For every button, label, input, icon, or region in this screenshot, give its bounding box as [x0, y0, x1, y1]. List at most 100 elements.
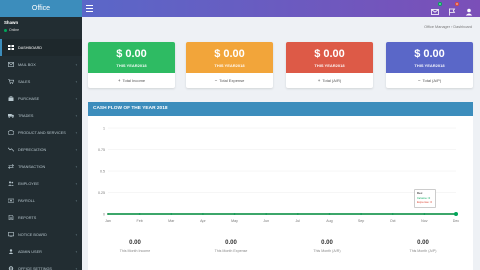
sidebar-item-label: REPORTS	[18, 215, 37, 220]
x-tick-label: Mar	[168, 219, 175, 223]
data-point-income[interactable]	[296, 213, 299, 215]
cash-flow-panel: CASH FLOW OF THE YEAR 2018 1 0.75 0.5 0.25 0…	[88, 102, 473, 270]
stat-card[interactable]: $ 0.00 THIS YEAR2018 + Total (A/R)	[286, 42, 373, 88]
mail-notification-icon[interactable]: 0	[431, 2, 442, 15]
sidebar-item-label: DASHBOARD	[18, 45, 43, 50]
chart-tooltip: Dec Income: 0 Expense: 0	[414, 189, 436, 208]
data-point-income[interactable]	[391, 213, 394, 215]
sidebar-item-label: NOTICE BOARD	[18, 232, 47, 237]
monthly-stat-value: 0.00	[417, 240, 429, 246]
stat-card[interactable]: $ 0.00 THIS YEAR2018 − Total Expense	[186, 42, 273, 88]
x-tick-label: Nov	[421, 219, 428, 223]
brand-logo[interactable]: Office	[0, 0, 82, 17]
stat-card-header: $ 0.00 THIS YEAR2018	[286, 42, 373, 73]
data-point-income[interactable]	[138, 213, 141, 215]
money-icon	[7, 198, 14, 203]
highlighted-data-point[interactable]	[454, 212, 458, 216]
x-tick-label: Feb	[137, 219, 143, 223]
monthly-stat: 0.00 This Month Income	[105, 240, 165, 253]
notification-badge: 0	[438, 2, 442, 6]
users-icon	[7, 181, 14, 186]
sidebar-item-dashboard[interactable]: DASHBOARD	[0, 39, 82, 56]
sidebar-item-admin-user[interactable]: ADMIN USER ‹	[0, 243, 82, 260]
minus-icon: −	[417, 78, 421, 83]
y-tick-label: 0.25	[98, 191, 105, 195]
x-tick-label: Sep	[358, 219, 364, 223]
sidebar-item-transaction[interactable]: TRANSACTION ‹	[0, 158, 82, 175]
monthly-stat: 0.00 This Month (A/P)	[393, 240, 453, 253]
sidebar-item-purchase[interactable]: PURCHASE ‹	[0, 90, 82, 107]
x-tick-label: May	[231, 219, 238, 223]
topbar-icons: 00	[431, 2, 473, 16]
data-point-income[interactable]	[202, 213, 204, 215]
chevron-left-icon: ‹	[75, 147, 77, 152]
board-icon	[7, 232, 14, 237]
x-tick-label: Dec	[453, 219, 460, 223]
monthly-stat-label: This Month Expense	[214, 249, 248, 253]
monthly-stat-label: This Month (A/P)	[409, 249, 437, 253]
stat-footer: + Total (A/R)	[286, 73, 373, 88]
sidebar-item-trades[interactable]: TRADES ‹	[0, 107, 82, 124]
topbar: 00	[82, 0, 480, 17]
sidebar-item-label: PURCHASE	[18, 96, 40, 101]
y-tick-label: 0	[103, 212, 105, 216]
data-point-income[interactable]	[265, 213, 268, 215]
tooltip-expense: Expense: 0	[417, 200, 433, 204]
sidebar-item-reports[interactable]: REPORTS	[0, 209, 82, 226]
cash-flow-chart: 1 0.75 0.5 0.25 0Jan Feb Mar Apr May Jun Jul Aug Sep…	[98, 126, 460, 223]
sidebar-item-office-settings[interactable]: OFFICE SETTINGS ‹	[0, 260, 82, 270]
stat-amount: $ 0.00	[116, 48, 147, 60]
sidebar: Office Shawn Online DASHBOARD MAIL BOX ‹ SA…	[0, 0, 82, 270]
user-account-icon[interactable]	[465, 3, 473, 16]
stat-period: THIS YEAR2018	[414, 63, 445, 68]
stat-label: Total Income	[122, 78, 146, 83]
box-icon	[7, 130, 14, 135]
sidebar-item-label: TRANSACTION	[18, 164, 46, 169]
data-point-income[interactable]	[170, 213, 173, 215]
sidebar-item-label: SALES	[18, 79, 31, 84]
monthly-stat-label: This Month (A/R)	[313, 249, 341, 253]
sidebar-item-label: MAIL BOX	[18, 62, 36, 67]
stat-footer: − Total (A/P)	[386, 73, 473, 88]
user-icon	[7, 249, 14, 254]
chevron-left-icon: ‹	[75, 96, 77, 101]
x-tick-label: Jan	[105, 219, 111, 223]
flag-notification-icon[interactable]: 0	[448, 2, 459, 16]
stat-card[interactable]: $ 0.00 THIS YEAR2018 − Total (A/P)	[386, 42, 473, 88]
gear-icon	[7, 266, 14, 270]
sidebar-item-label: OFFICE SETTINGS	[18, 266, 52, 270]
data-point-income[interactable]	[423, 213, 426, 215]
bag-icon	[7, 96, 14, 101]
plus-icon: +	[117, 78, 121, 83]
sidebar-item-label: PRODUCT AND SERVICES	[18, 130, 66, 135]
stat-label: Total (A/P)	[422, 78, 442, 83]
monthly-stats: 0.00 This Month Income 0.00 This Month Expe…	[88, 236, 473, 266]
chevron-left-icon: ‹	[75, 62, 77, 67]
chevron-left-icon: ‹	[75, 232, 77, 237]
notification-badge: 0	[455, 2, 459, 6]
sidebar-item-label: DEPRECIATION	[18, 147, 47, 152]
stat-label: Total (A/R)	[322, 78, 342, 83]
user-name: Shawn	[4, 20, 19, 25]
sidebar-item-employee[interactable]: EMPLOYEE ‹	[0, 175, 82, 192]
monthly-stat: 0.00 This Month (A/R)	[297, 240, 357, 253]
data-point-income[interactable]	[233, 213, 236, 215]
sidebar-item-depreciation[interactable]: DEPRECIATION ‹	[0, 141, 82, 158]
sidebar-item-payroll[interactable]: PAYROLL ‹	[0, 192, 82, 209]
x-tick-label: Oct	[390, 219, 396, 223]
sidebar-item-mail-box[interactable]: MAIL BOX ‹	[0, 56, 82, 73]
sidebar-item-sales[interactable]: SALES ‹	[0, 73, 82, 90]
stat-amount: $ 0.00	[414, 48, 445, 60]
sidebar-toggle-button[interactable]	[86, 5, 93, 12]
monthly-stat-value: 0.00	[225, 240, 237, 246]
sidebar-item-product-and-services[interactable]: PRODUCT AND SERVICES ‹	[0, 124, 82, 141]
chevron-left-icon: ‹	[75, 266, 77, 270]
sidebar-item-notice-board[interactable]: NOTICE BOARD ‹	[0, 226, 82, 243]
cart-icon	[7, 79, 14, 84]
stat-card[interactable]: $ 0.00 THIS YEAR2018 + Total Income	[88, 42, 175, 88]
data-point-income[interactable]	[360, 213, 362, 215]
sidebar-menu: DASHBOARD MAIL BOX ‹ SALES ‹ PURCHASE ‹ TRADES ‹…	[0, 39, 82, 270]
stat-amount: $ 0.00	[314, 48, 345, 60]
data-point-income[interactable]	[328, 213, 331, 215]
data-point-income[interactable]	[107, 213, 109, 215]
